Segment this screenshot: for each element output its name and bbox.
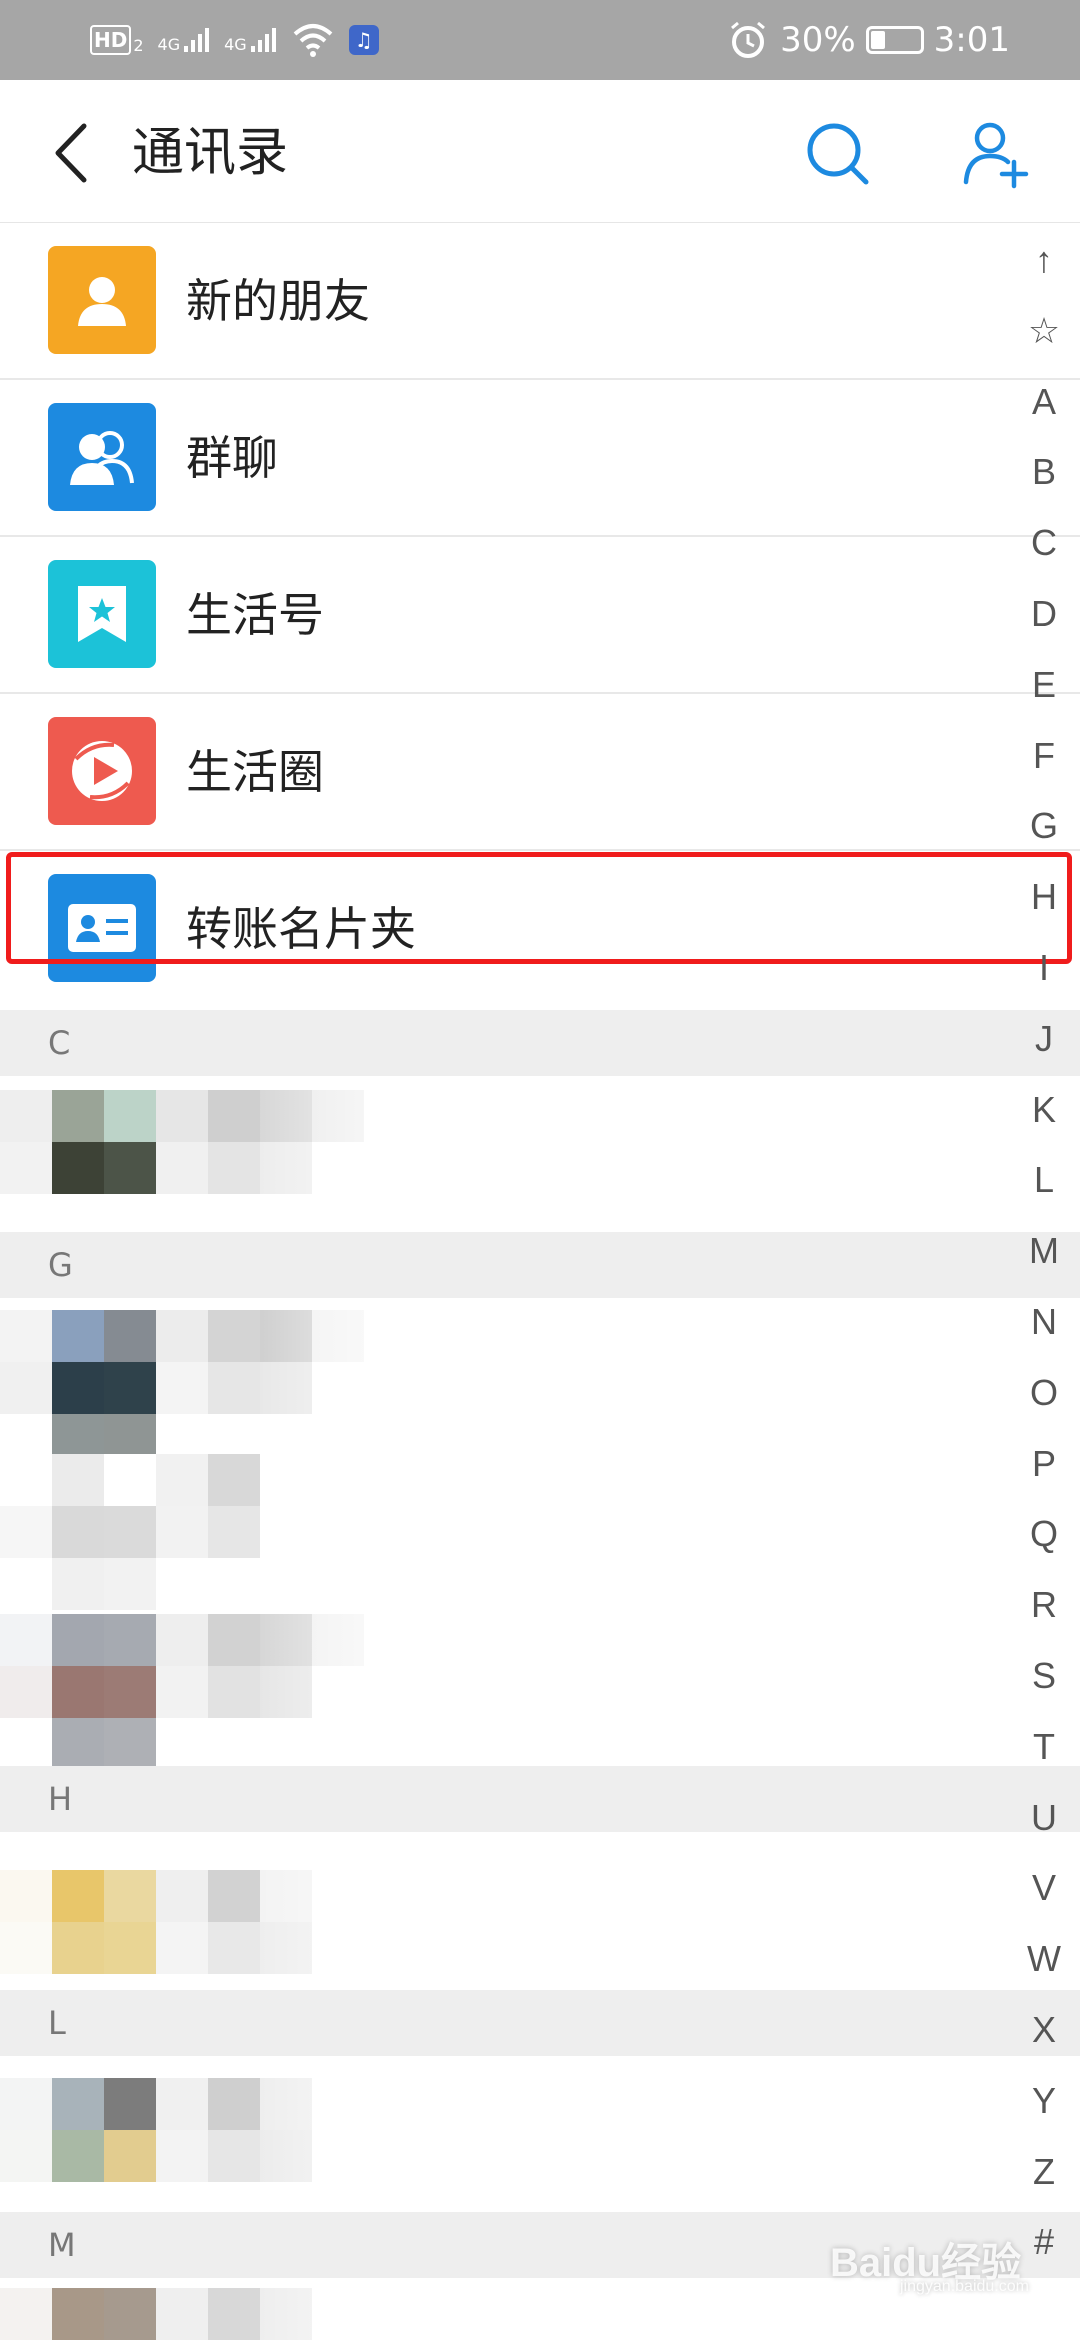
section-header-l: L — [0, 1990, 1080, 2056]
index-letter[interactable]: S — [1022, 1654, 1066, 1698]
index-letter[interactable]: Y — [1022, 2079, 1066, 2123]
section-header-c: C — [0, 1010, 1080, 1076]
index-letter[interactable]: G — [1022, 804, 1066, 848]
entry-life-circle[interactable]: 生活圈 — [0, 695, 1080, 851]
alarm-icon — [731, 21, 766, 58]
contact-row[interactable] — [0, 1832, 1080, 1988]
index-letter[interactable]: P — [1022, 1442, 1066, 1486]
entry-label: 转账名片夹 — [186, 902, 416, 956]
index-letter[interactable]: X — [1022, 2008, 1066, 2052]
index-letter[interactable]: ↑ — [1022, 238, 1066, 282]
entry-transfer-card-holder[interactable]: 转账名片夹 — [0, 852, 1080, 1008]
signal-icon: 4G — [158, 26, 211, 54]
clock: 3:01 — [933, 20, 1010, 60]
index-letter[interactable]: B — [1022, 450, 1066, 494]
index-letter[interactable]: C — [1022, 521, 1066, 565]
entry-label: 群聊 — [186, 431, 278, 485]
index-letter[interactable]: Z — [1022, 2150, 1066, 2194]
bookmark-star-icon — [48, 560, 156, 668]
index-letter[interactable]: W — [1022, 1937, 1066, 1981]
id-card-icon — [48, 874, 156, 982]
index-letter[interactable]: T — [1022, 1725, 1066, 1769]
add-friend-icon[interactable] — [960, 116, 1036, 192]
index-letter[interactable]: K — [1022, 1088, 1066, 1132]
contact-row[interactable] — [0, 1076, 1080, 1232]
index-letter[interactable]: V — [1022, 1866, 1066, 1910]
index-letter[interactable]: U — [1022, 1796, 1066, 1840]
index-letter[interactable]: O — [1022, 1371, 1066, 1415]
index-letter[interactable]: N — [1022, 1300, 1066, 1344]
index-letter[interactable]: A — [1022, 380, 1066, 424]
index-letter[interactable]: F — [1022, 734, 1066, 778]
entry-label: 生活号 — [186, 588, 324, 642]
contact-row[interactable] — [0, 2056, 1080, 2212]
search-icon[interactable] — [800, 116, 876, 192]
section-header-g: G — [0, 1232, 1080, 1298]
play-circle-icon — [48, 717, 156, 825]
entry-new-friends[interactable]: 新的朋友 — [0, 224, 1080, 380]
hd-icon: HD 2 — [90, 25, 144, 55]
index-letter[interactable]: # — [1022, 2220, 1066, 2264]
index-letter[interactable]: R — [1022, 1583, 1066, 1627]
group-icon — [48, 403, 156, 511]
contact-row[interactable] — [0, 1610, 1080, 1766]
page-title: 通讯录 — [132, 123, 289, 183]
battery-percent: 30% — [780, 20, 856, 60]
index-letter[interactable]: H — [1022, 875, 1066, 919]
index-letter[interactable]: M — [1022, 1229, 1066, 1273]
entry-label: 生活圈 — [186, 745, 324, 799]
status-bar: HD 2 4G 4G ♫ 30% 3:01 — [0, 0, 1080, 80]
music-app-icon: ♫ — [348, 25, 379, 55]
person-icon — [48, 246, 156, 354]
index-letter[interactable]: Q — [1022, 1512, 1066, 1556]
index-letter[interactable]: D — [1022, 592, 1066, 636]
index-letter[interactable]: ☆ — [1022, 309, 1066, 353]
entry-label: 新的朋友 — [186, 274, 370, 328]
wifi-icon — [293, 24, 333, 57]
status-left-icons: HD 2 4G 4G ♫ — [90, 18, 379, 62]
signal-icon-2: 4G — [224, 26, 277, 54]
index-letter[interactable]: E — [1022, 663, 1066, 707]
index-letter[interactable]: L — [1022, 1158, 1066, 1202]
battery-icon — [865, 26, 924, 54]
entry-group-chat[interactable]: 群聊 — [0, 381, 1080, 537]
contact-row[interactable] — [0, 1298, 1080, 1454]
index-letter[interactable]: J — [1022, 1017, 1066, 1061]
index-letter[interactable]: I — [1022, 946, 1066, 990]
title-bar: 通讯录 — [0, 80, 1080, 223]
section-header-h: H — [0, 1766, 1080, 1832]
entry-life-account[interactable]: 生活号 — [0, 538, 1080, 694]
contact-row[interactable] — [0, 1454, 1080, 1610]
status-right-icons: 30% 3:01 — [726, 18, 1010, 62]
baidu-watermark-url: jingyan.baidu.com — [900, 2278, 1029, 2295]
back-arrow-icon[interactable] — [40, 118, 110, 188]
